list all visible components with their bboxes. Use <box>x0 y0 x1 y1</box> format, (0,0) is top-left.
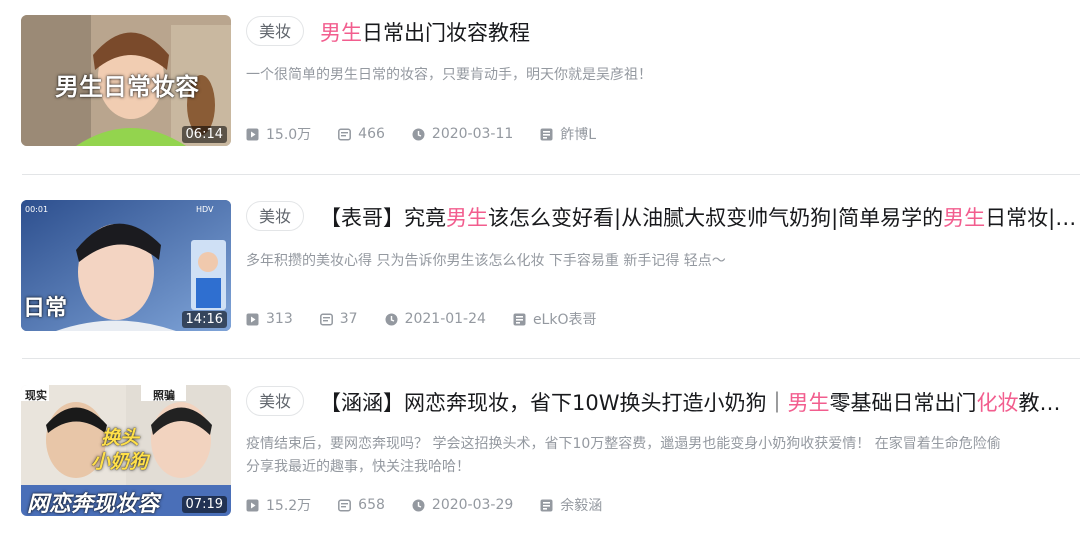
danmaku-count: 658 <box>338 497 385 513</box>
danmaku-count: 37 <box>319 311 358 327</box>
danmaku-icon <box>319 313 333 325</box>
title-keyword-highlight: 男生 <box>446 206 488 230</box>
video-card: 男生日常妆容 06:14 美妆 男生日常出门妆容教程 一个很简单的男生日常的妆容… <box>0 10 1080 160</box>
thumbnail-caption: 男生日常妆容 <box>55 73 199 101</box>
video-title[interactable]: 【表哥】究竟男生该怎么变好看|从油腻大叔变帅气奶狗|简单易学的男生日常妆|假. <box>320 202 1080 232</box>
video-card: 现实 照骗 换头 小奶狗 网恋奔现妆容 07:19 美妆 【涵涵】网恋奔现妆，省… <box>0 380 1080 530</box>
title-text: 【涵涵】网恋奔现妆，省下10W换头打造小奶狗｜ <box>320 391 788 415</box>
title-text: 【表哥】究竟 <box>320 206 446 230</box>
view-count: 15.2万 <box>246 495 311 515</box>
clock-icon <box>412 499 425 511</box>
divider <box>22 358 1080 359</box>
thumbnail-label: 照骗 <box>153 389 175 402</box>
title-text: 日常出门妆容教程 <box>362 21 530 45</box>
uploader-icon <box>513 313 526 325</box>
video-title[interactable]: 男生日常出门妆容教程 <box>320 17 1080 47</box>
video-meta: 15.2万 658 2020-03-29 余毅涵 <box>246 495 629 515</box>
title-keyword-highlight: 化妆 <box>976 391 1019 415</box>
video-description: 一个很简单的男生日常的妆容，只要肯动手，明天你就是吴彦祖！ <box>246 67 652 83</box>
category-tag[interactable]: 美妆 <box>246 201 305 231</box>
danmaku-icon <box>338 128 352 140</box>
thumbnail-label: 换头 <box>101 427 140 449</box>
danmaku-count: 466 <box>338 126 385 142</box>
video-thumbnail[interactable]: 男生日常妆容 06:14 <box>21 15 231 146</box>
video-duration: 14:16 <box>181 311 227 328</box>
publish-date: 2020-03-29 <box>412 497 513 513</box>
play-count-icon <box>246 499 259 511</box>
category-tag[interactable]: 美妆 <box>246 16 305 46</box>
title-keyword-highlight: 男生 <box>787 391 830 415</box>
play-count-icon <box>246 128 259 140</box>
video-duration: 06:14 <box>181 126 227 143</box>
divider <box>22 174 1080 175</box>
clock-icon <box>412 128 425 140</box>
video-thumbnail[interactable]: 现实 照骗 换头 小奶狗 网恋奔现妆容 07:19 <box>21 385 231 516</box>
title-text: 零基础日常出门 <box>829 391 977 415</box>
view-count: 15.0万 <box>246 124 311 144</box>
title-text: 该怎么变好看|从油腻大叔变帅气奶狗|简单易学的 <box>488 206 944 230</box>
svg-text:HDV: HDV <box>196 205 214 214</box>
publish-date: 2020-03-11 <box>412 126 513 142</box>
video-description: 多年积攒的美妆心得 只为告诉你男生该怎么化妆 下手容易重 新手记得 轻点～ <box>246 253 726 269</box>
danmaku-icon <box>338 499 352 511</box>
thumbnail-caption: 网恋奔现妆容 <box>27 492 160 516</box>
video-duration: 07:19 <box>181 496 227 513</box>
uploader-icon <box>540 128 553 140</box>
play-count-icon <box>246 313 259 325</box>
thumbnail-caption: 日常 <box>23 296 68 321</box>
video-meta: 313 37 2021-01-24 eLkO表哥 <box>246 309 623 329</box>
uploader-icon <box>540 499 553 511</box>
title-keyword-highlight: 男生 <box>320 21 362 45</box>
view-count: 313 <box>246 311 293 327</box>
video-card: 00:01 HDV 日常 14:16 美妆 【表哥】究竟男生该怎么变好看|从油腻… <box>0 195 1080 345</box>
uploader-link[interactable]: 飵博L <box>540 124 596 144</box>
uploader-link[interactable]: eLkO表哥 <box>513 309 596 329</box>
clock-icon <box>385 313 398 325</box>
title-text: 日常妆|假. <box>985 206 1080 230</box>
title-keyword-highlight: 男生 <box>943 206 986 230</box>
uploader-link[interactable]: 余毅涵 <box>540 495 602 515</box>
video-meta: 15.0万 466 2020-03-11 飵博L <box>246 124 623 144</box>
thumbnail-label: 小奶狗 <box>91 451 149 473</box>
video-description: 疫情结束后，要网恋奔现吗？ 学会这招换头术，省下10万整容费，邋遢男也能变身小奶… <box>246 436 1001 475</box>
title-text: 教程… <box>1018 391 1080 415</box>
video-thumbnail[interactable]: 00:01 HDV 日常 14:16 <box>21 200 231 331</box>
video-title[interactable]: 【涵涵】网恋奔现妆，省下10W换头打造小奶狗｜男生零基础日常出门化妆教程… <box>320 387 1080 417</box>
svg-text:00:01: 00:01 <box>25 205 48 214</box>
category-tag[interactable]: 美妆 <box>246 386 305 416</box>
publish-date: 2021-01-24 <box>385 311 486 327</box>
thumbnail-label: 现实 <box>25 389 47 402</box>
